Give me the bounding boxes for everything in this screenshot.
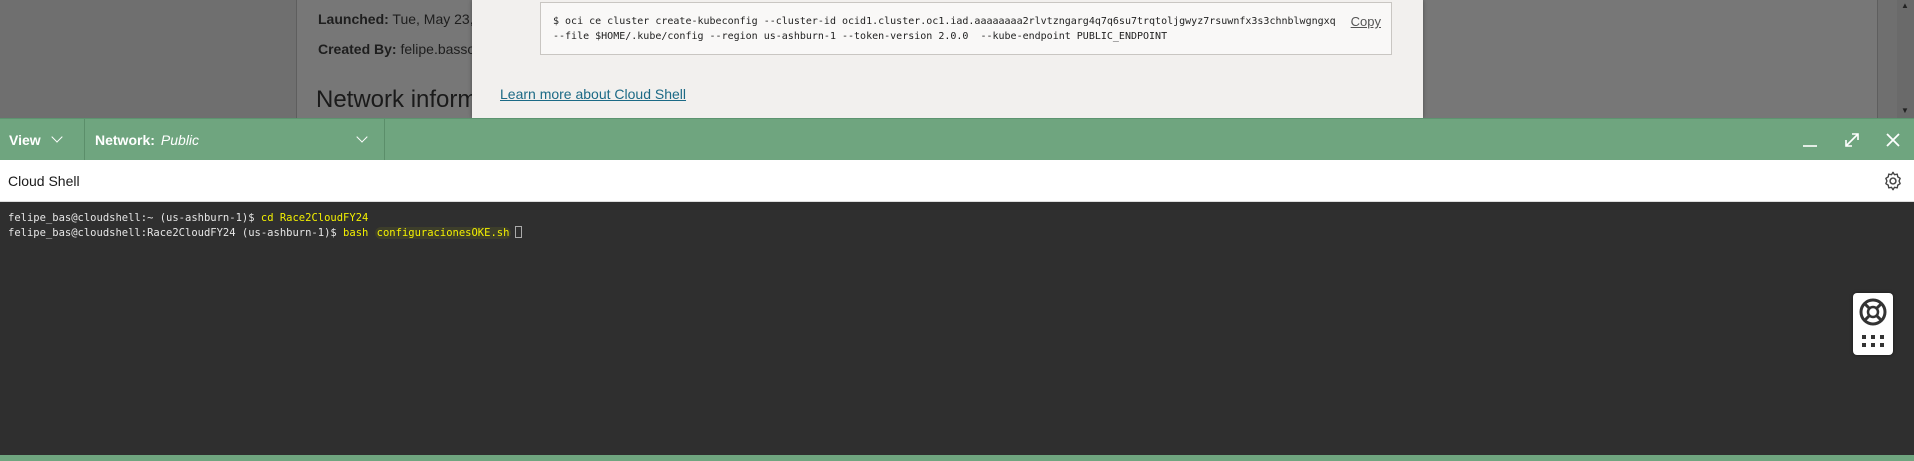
network-info-heading: Network inform [316,86,478,113]
terminal-prompt: felipe_bas@cloudshell:~ (us-ashburn-1)$ [8,212,261,224]
launched-value: Tue, May 23, [392,11,474,27]
launched-label: Launched: [318,11,389,27]
chevron-down-icon [356,131,368,143]
view-label: View [9,132,41,148]
maximize-button[interactable] [1831,119,1873,161]
maximize-icon [1845,133,1859,147]
terminal-cursor [515,226,523,238]
created-by-row: Created By: felipe.basso [318,41,475,57]
kubeconfig-command-text: $ oci ce cluster create-kubeconfig --clu… [553,14,1336,44]
minimize-button[interactable] [1789,119,1831,161]
terminal-command: cd Race2CloudFY24 [260,212,369,224]
terminal[interactable]: felipe_bas@cloudshell:~ (us-ashburn-1)$ … [0,202,1914,455]
page-scrollbar[interactable]: ▲ ▼ [1897,0,1914,118]
network-label: Network: [95,132,155,148]
lifebuoy-help-icon [1859,298,1887,347]
gear-icon[interactable] [1882,170,1904,192]
bottom-border [0,455,1914,461]
cloud-shell-title: Cloud Shell [8,173,80,189]
close-icon [1886,133,1900,147]
kubeconfig-command-box: $ oci ce cluster create-kubeconfig --clu… [540,2,1392,55]
learn-more-link[interactable]: Learn more about Cloud Shell [500,86,686,102]
cloud-shell-titlebar: Cloud Shell [0,160,1914,202]
scroll-down-icon[interactable]: ▼ [1901,106,1909,115]
command-line-2: --file $HOME/.kube/config --region us-as… [553,31,1168,42]
terminal-command-highlighted: configuracionesOKE.sh [374,227,512,239]
view-menu-button[interactable]: View [0,119,85,161]
apps-grid-icon [1862,335,1884,347]
terminal-line: felipe_bas@cloudshell:Race2CloudFY24 (us… [8,226,523,239]
access-cluster-dialog: $ oci ce cluster create-kubeconfig --clu… [472,0,1423,118]
copy-link[interactable]: Copy [1351,14,1381,29]
scroll-up-icon[interactable]: ▲ [1901,1,1909,10]
network-selector[interactable]: Network: Public [85,119,385,161]
help-widget[interactable] [1853,293,1893,355]
terminal-line: felipe_bas@cloudshell:~ (us-ashburn-1)$ … [8,212,368,224]
chevron-down-icon [50,131,63,143]
minimize-icon [1803,145,1817,147]
close-button[interactable] [1872,119,1914,161]
network-value: Public [160,132,200,148]
created-by-value: felipe.basso [400,41,476,57]
terminal-command: bash [343,227,375,239]
cloud-shell-toolbar: View Network: Public [0,118,1914,161]
terminal-prompt: felipe_bas@cloudshell:Race2CloudFY24 (us… [8,227,344,239]
launched-row: Launched: Tue, May 23, [318,11,474,27]
command-line-1: $ oci ce cluster create-kubeconfig --clu… [553,16,1336,27]
created-by-label: Created By: [318,41,397,57]
